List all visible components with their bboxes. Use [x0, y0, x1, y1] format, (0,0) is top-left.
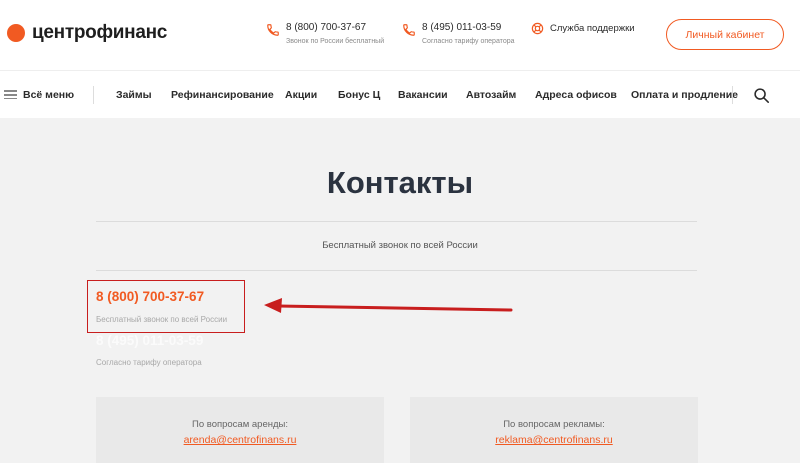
annotation-highlight-box: [87, 280, 245, 333]
support-link[interactable]: Служба поддержки: [531, 22, 635, 35]
all-menu-button[interactable]: Всё меню: [4, 88, 74, 102]
nav-item-payment[interactable]: Оплата и продление: [631, 89, 738, 101]
header-phone-caption: Согласно тарифу оператора: [422, 38, 515, 45]
nav-divider: [732, 86, 733, 104]
annotation-arrow-icon: [264, 298, 513, 313]
header-phone-number: 8 (495) 011-03-59: [422, 22, 502, 33]
main-phone-paid-caption: Согласно тарифу оператора: [96, 358, 202, 367]
search-icon[interactable]: [753, 87, 770, 104]
ads-contact-card: По вопросам рекламы: reklama@centrofinan…: [410, 397, 698, 463]
support-label: Служба поддержки: [550, 23, 635, 34]
nav-item-loans[interactable]: Займы: [116, 89, 152, 101]
hamburger-icon: [4, 88, 17, 102]
nav-item-autoloan[interactable]: Автозайм: [466, 89, 516, 101]
card-label: По вопросам рекламы:: [503, 419, 605, 430]
nav-item-promotions[interactable]: Акции: [285, 89, 317, 101]
nav-divider: [93, 86, 94, 104]
rent-contact-card: По вопросам аренды: arenda@centrofinans.…: [96, 397, 384, 463]
card-label: По вопросам аренды:: [192, 419, 288, 430]
main-phone-paid[interactable]: 8 (495) 011-03-59: [96, 333, 203, 348]
main-nav: Всё меню Займы Рефинансирование Акции Бо…: [0, 70, 800, 118]
rent-email-link[interactable]: arenda@centrofinans.ru: [184, 434, 297, 446]
logo-dot-icon: [7, 24, 25, 42]
nav-item-refinancing[interactable]: Рефинансирование: [171, 89, 274, 101]
top-header: центрофинанс 8 (800) 700-37-67 Звонок по…: [0, 0, 800, 70]
ads-email-link[interactable]: reklama@centrofinans.ru: [495, 434, 612, 446]
header-phone-caption: Звонок по России бесплатный: [286, 38, 385, 45]
header-phone-free[interactable]: 8 (800) 700-37-67 Звонок по России беспл…: [266, 22, 384, 45]
nav-item-vacancies[interactable]: Вакансии: [398, 89, 448, 101]
personal-account-button[interactable]: Личный кабинет: [666, 19, 784, 50]
free-call-caption: Бесплатный звонок по всей России: [322, 240, 478, 251]
divider: [96, 270, 697, 271]
lifebuoy-icon: [531, 22, 544, 35]
nav-item-bonus[interactable]: Бонус Ц: [338, 89, 380, 101]
phone-icon: [267, 24, 279, 36]
divider: [96, 221, 697, 222]
header-phone-paid[interactable]: 8 (495) 011-03-59 Согласно тарифу операт…: [402, 22, 515, 45]
logo-text: центрофинанс: [32, 22, 168, 43]
phone-icon: [403, 24, 415, 36]
all-menu-label: Всё меню: [23, 88, 75, 101]
header-phone-number: 8 (800) 700-37-67: [286, 22, 367, 33]
nav-item-offices[interactable]: Адреса офисов: [535, 89, 617, 101]
logo[interactable]: центрофинанс: [7, 22, 167, 44]
page-title: Контакты: [326, 165, 474, 200]
